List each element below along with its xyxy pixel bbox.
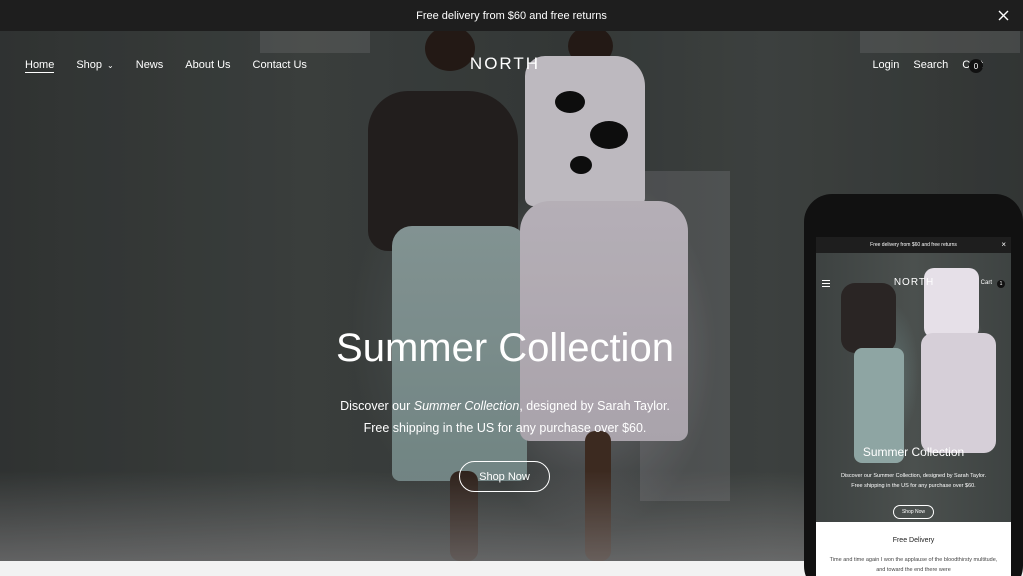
mobile-brand-logo[interactable]: NORTH — [893, 277, 935, 288]
nav-news[interactable]: News — [136, 59, 164, 73]
nav-home[interactable]: Home — [25, 59, 55, 73]
phone-screen: Free delivery from $60 and free returns … — [816, 237, 1011, 576]
mobile-hero-subtitle: Discover our Summer Collection, designed… — [824, 471, 1003, 491]
hero-sub-line2: Free shipping in the US for any purchase… — [363, 421, 647, 435]
chevron-down-icon: ⌄ — [107, 61, 114, 70]
model-dress-skirt — [921, 333, 996, 453]
mobile-cart-link[interactable]: Cart — [981, 280, 992, 286]
nav-about[interactable]: About Us — [185, 59, 230, 73]
hero-subtitle: Discover our Summer Collection, designed… — [280, 395, 730, 439]
nav-shop-label: Shop — [76, 59, 103, 71]
model-top — [841, 283, 896, 353]
announcement-bar: Free delivery from $60 and free returns — [0, 0, 1023, 31]
mobile-feature-title: Free Delivery — [892, 537, 935, 544]
hero-sub-text: Discover our — [340, 399, 414, 413]
mobile-announcement-text: Free delivery from $60 and free returns — [870, 242, 957, 248]
close-icon[interactable]: × — [1001, 240, 1006, 250]
mobile-hero: NORTH Cart 1 Summer Collection Discover … — [816, 253, 1011, 522]
search-link[interactable]: Search — [913, 59, 948, 71]
mobile-shop-now-button[interactable]: Shop Now — [893, 505, 934, 519]
mobile-sub-line2: Free shipping in the US for any purchase… — [851, 483, 976, 489]
menu-icon[interactable] — [822, 280, 830, 287]
mobile-sub-line1: Discover our Summer Collection, designed… — [840, 473, 987, 479]
hero-sub-text: , designed by Sarah Taylor. — [519, 399, 670, 413]
announcement-text: Free delivery from $60 and free returns — [416, 9, 607, 22]
mobile-cart-count: 1 — [997, 280, 1005, 288]
nav-contact[interactable]: Contact Us — [253, 59, 307, 73]
login-link[interactable]: Login — [872, 59, 899, 71]
mobile-feature-text: Time and time again I won the applause o… — [829, 557, 998, 573]
shop-now-button[interactable]: Shop Now — [459, 461, 550, 492]
main-nav: Home Shop ⌄ News About Us Contact Us NORT… — [0, 50, 1023, 80]
mobile-announcement-bar: Free delivery from $60 and free returns … — [816, 237, 1011, 253]
mobile-nav: NORTH Cart 1 — [816, 277, 1011, 291]
cart-count-badge: 0 — [969, 59, 983, 73]
close-icon[interactable] — [996, 8, 1011, 23]
nav-shop[interactable]: Shop ⌄ — [76, 59, 113, 73]
hero-title: Summer Collection — [336, 326, 674, 370]
hero-sub-emphasis: Summer Collection — [413, 399, 520, 413]
mobile-hero-title: Summer Collection — [862, 445, 965, 459]
brand-logo[interactable]: NORTH — [467, 54, 543, 74]
